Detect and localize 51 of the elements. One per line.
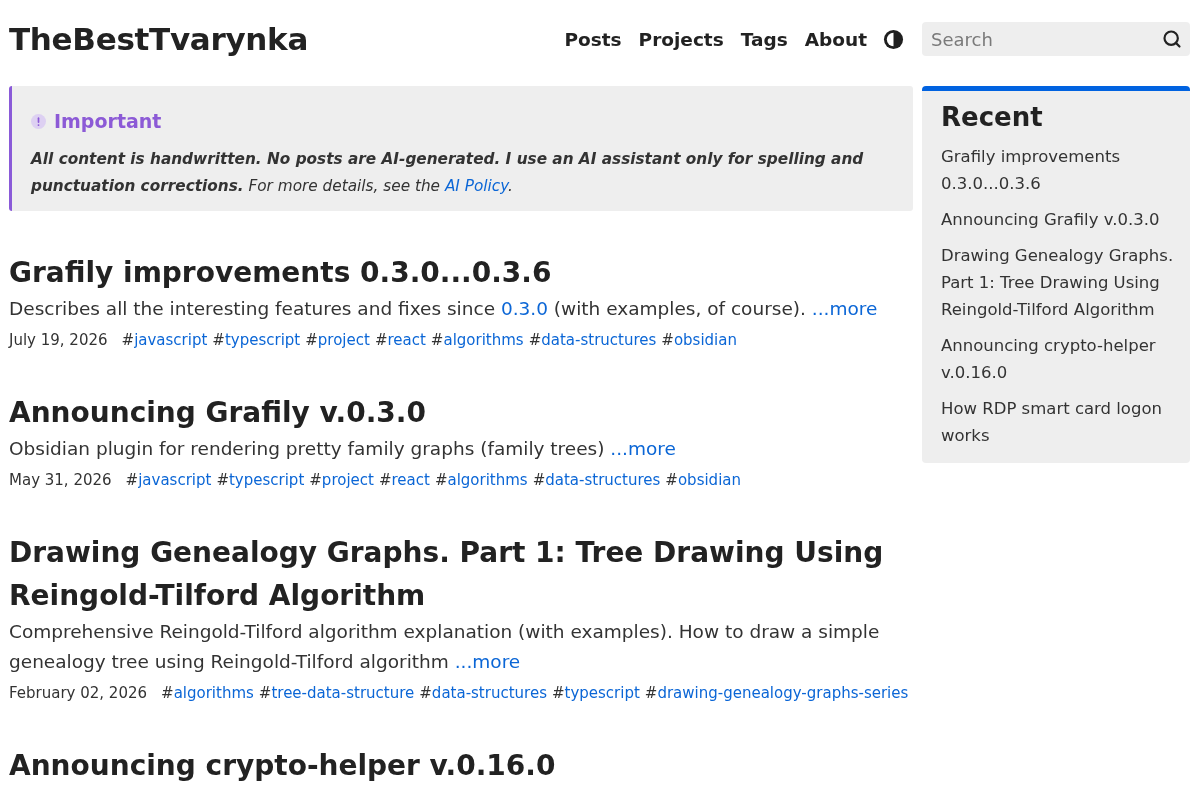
post-title[interactable]: Announcing crypto-helper v.0.16.0 [9,744,913,787]
callout-title: Important [54,109,162,134]
tag-link[interactable]: #data-structures [528,327,657,353]
recent-link[interactable]: How RDP smart card logon works [941,395,1178,449]
tag-link[interactable]: #algorithms [434,467,528,493]
more-link[interactable]: ...more [811,298,878,319]
tag-link[interactable]: #drawing-genealogy-graphs-series [644,680,909,706]
post-date: February 02, 2026 [9,683,148,704]
tag-link[interactable]: #project [309,467,374,493]
nav-link[interactable]: Posts [564,28,622,50]
post-title[interactable]: Grafily improvements 0.3.0...0.3.6 [9,251,913,294]
tag-link[interactable]: #project [305,327,370,353]
exclamation-icon [31,113,46,129]
recent-link[interactable]: Announcing crypto-helper v.0.16.0 [941,332,1178,386]
nav-link[interactable]: Tags [740,28,788,50]
recent-link[interactable]: Announcing Grafily v.0.3.0 [941,206,1178,233]
policy-link[interactable]: AI Policy [444,177,509,195]
tag-link[interactable]: #obsidian [665,467,741,493]
tag-link[interactable]: #algorithms [430,327,524,353]
tag-link[interactable]: #data-structures [419,680,547,706]
search-icon[interactable] [1162,29,1182,49]
tag-link[interactable]: #algorithms [161,680,254,706]
callout-text: All content is handwritten. No posts are AI-generated. I use an AI assistant only for spelling and punctuation corrections. For more details, see the AI Policy. [31,149,865,197]
post-title[interactable]: Drawing Genealogy Graphs. Part 1: Tree Drawing Using Reingold-Tilford Algorithm [9,531,913,617]
more-link[interactable]: ...more [454,651,521,672]
post-summary: Obsidian plugin for rendering pretty family graphs (family trees) ...more [9,437,677,461]
search-field[interactable]: Search [922,22,1190,56]
post-summary: Comprehensive Reingold-Tilford algorithm explanation (with examples). How to draw a simple genealogy tree using Reingold-Tilford algorithm ...more [9,620,881,674]
post-summary: Describes all the interesting features and fixes since 0.3.0 (with examples, of course). ...more [9,297,879,321]
tag-link[interactable]: #tree-data-structure [258,680,415,706]
more-link[interactable]: ...more [610,438,676,459]
recent-link[interactable]: Drawing Genealogy Graphs. Part 1: Tree Drawing Using Reingold-Tilford Algorithm [941,242,1178,323]
tag-link[interactable]: #react [378,467,430,493]
tag-link[interactable]: #react [374,327,426,353]
post-title[interactable]: Announcing Grafily v.0.3.0 [9,391,913,434]
tag-link[interactable]: #typescript [216,467,305,493]
tag-link[interactable]: #data-structures [532,467,661,493]
post-date: July 19, 2026 [9,330,108,351]
tag-link[interactable]: #obsidian [661,327,737,353]
post-date: May 31, 2026 [9,470,112,491]
site-title[interactable]: TheBestTvarynka [9,21,309,57]
contrast-icon[interactable] [883,28,904,50]
recent-link[interactable]: Grafily improvements 0.3.0...0.3.6 [941,143,1178,197]
nav-link[interactable]: About [804,28,867,50]
recent-heading: Recent [941,101,1044,134]
nav-link[interactable]: Projects [638,28,724,50]
tag-link[interactable]: #javascript [125,467,212,493]
tag-link[interactable]: #javascript [121,327,208,353]
tag-link[interactable]: #typescript [212,327,301,353]
tag-link[interactable]: #typescript [551,680,640,706]
version-link[interactable]: 0.3.0 [500,298,548,319]
